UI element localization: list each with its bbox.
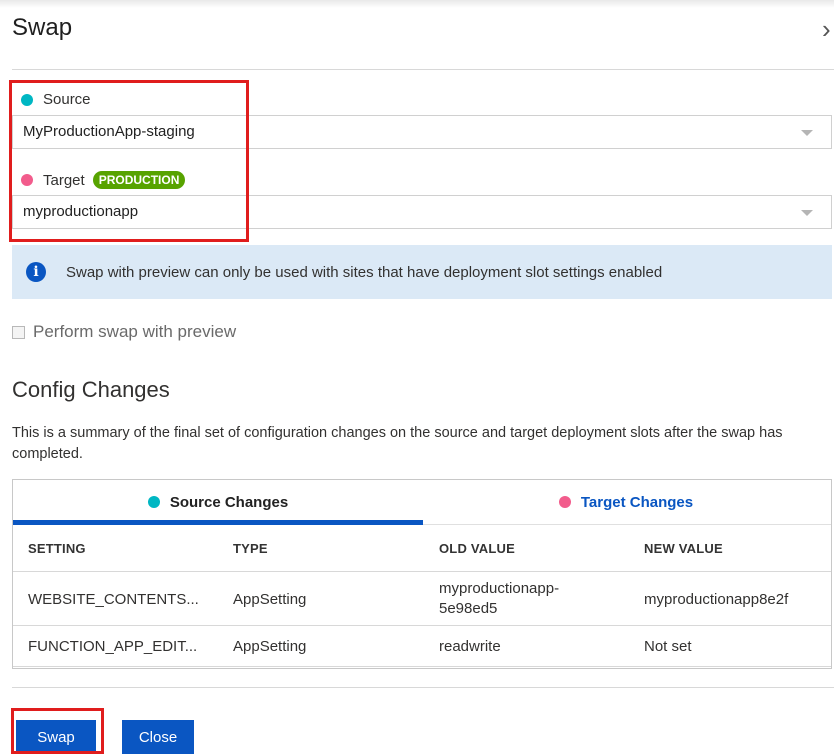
footer-divider [12, 687, 834, 688]
source-slot-value: MyProductionApp-staging [23, 123, 195, 140]
table-cell-setting: WEBSITE_CONTENTS... [28, 591, 199, 608]
close-button[interactable]: Close [122, 720, 194, 754]
column-header-new-value: NEW VALUE [644, 541, 723, 556]
table-cell-setting: FUNCTION_APP_EDIT... [28, 638, 198, 655]
table-cell-type: AppSetting [233, 638, 307, 655]
close-panel-chevron-icon[interactable]: › [822, 14, 831, 45]
row-divider [13, 625, 831, 626]
source-label-row: Source [21, 91, 91, 108]
table-cell-type: AppSetting [233, 591, 307, 608]
column-header-old-value: OLD VALUE [439, 541, 515, 556]
chevron-down-icon [801, 210, 813, 216]
target-label: Target [43, 171, 85, 189]
production-badge: PRODUCTION [92, 171, 186, 189]
tab-target-changes[interactable]: Target Changes [421, 480, 831, 524]
preview-checkbox[interactable] [12, 325, 25, 339]
column-header-setting: SETTING [28, 541, 86, 556]
table-cell-new-value: myproductionapp8e2f [644, 591, 789, 608]
config-changes-description: This is a summary of the final set of co… [12, 425, 783, 462]
target-slot-value: myproductionapp [23, 203, 139, 220]
target-dot-icon [21, 174, 33, 186]
source-label: Source [43, 91, 91, 108]
top-shadow [0, 0, 834, 8]
info-icon: i [26, 262, 46, 282]
source-dot-icon [147, 496, 160, 508]
active-tab-indicator [13, 520, 423, 525]
config-changes-table: Source Changes Target Changes SETTING TY… [12, 479, 832, 669]
row-divider [13, 571, 831, 572]
info-banner: i Swap with preview can only be used wit… [12, 245, 832, 299]
chevron-down-icon [801, 130, 813, 136]
table-cell-old-value: readwrite [439, 638, 501, 655]
tab-source-changes[interactable]: Source Changes [13, 480, 423, 524]
target-slot-select[interactable]: myproductionapp [12, 195, 832, 229]
source-dot-icon [21, 93, 33, 106]
swap-button[interactable]: Swap [16, 720, 96, 754]
preview-checkbox-row: Perform swap with preview [12, 322, 236, 342]
tab-target-changes-label: Target Changes [580, 493, 694, 511]
table-cell-new-value: Not set [644, 638, 692, 655]
source-slot-select[interactable]: MyProductionApp-staging [12, 115, 832, 149]
row-divider [13, 666, 831, 667]
config-changes-title: Config Changes [12, 377, 170, 402]
tab-source-changes-label: Source Changes [169, 493, 289, 511]
target-dot-icon [558, 496, 571, 508]
target-label-row: Target PRODUCTION [21, 171, 186, 189]
panel-title: Swap [12, 14, 73, 41]
table-cell-old-value: myproductionapp-5e98ed5 [439, 580, 560, 617]
info-banner-text: Swap with preview can only be used with … [66, 263, 663, 281]
preview-checkbox-label[interactable]: Perform swap with preview [33, 322, 236, 342]
column-header-type: TYPE [233, 541, 268, 556]
header-divider [12, 69, 834, 70]
